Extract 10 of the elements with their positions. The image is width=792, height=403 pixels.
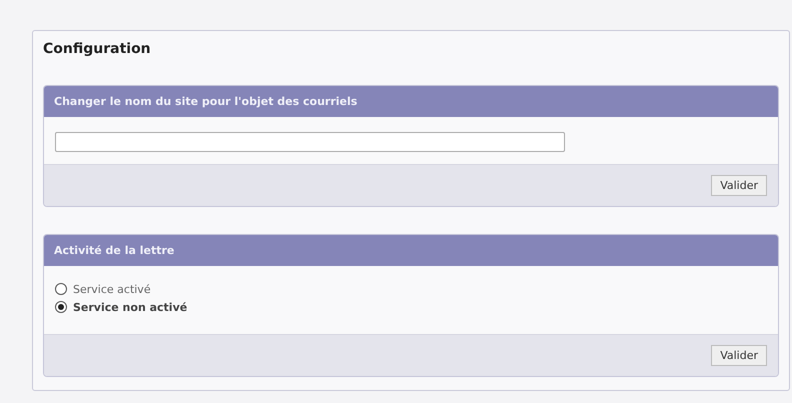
section-header: Changer le nom du site pour l'objet des courriels <box>44 86 778 117</box>
panel-title: Configuration <box>43 41 152 59</box>
option-label: Service non activé <box>73 300 188 314</box>
validate-button[interactable]: Valider <box>711 175 767 196</box>
radio-button[interactable] <box>55 301 67 313</box>
option-label: Service activé <box>73 282 151 296</box>
validate-button[interactable]: Valider <box>711 345 767 366</box>
input-field[interactable] <box>55 132 565 152</box>
radio-button[interactable] <box>55 283 67 295</box>
section-header: Activité de la lettre <box>44 235 778 266</box>
